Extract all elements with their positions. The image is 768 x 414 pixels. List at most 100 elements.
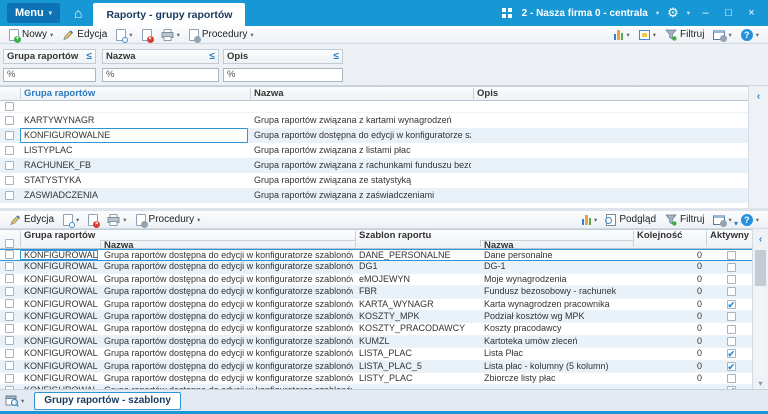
active-checkbox[interactable]: ✔ xyxy=(726,299,736,309)
row-checkbox[interactable] xyxy=(5,373,14,383)
edit-button[interactable]: Edycja xyxy=(58,28,111,42)
menu-button[interactable]: Menu ▾ xyxy=(7,3,60,23)
active-checkbox[interactable] xyxy=(726,274,736,284)
active-checkbox[interactable] xyxy=(726,262,736,272)
table-row[interactable]: KONFIGUROWALNE Grupa raportów dostępna do… xyxy=(0,335,752,349)
new-button[interactable]: + Nowy ▾ xyxy=(5,28,57,43)
row-checkbox[interactable] xyxy=(5,115,14,125)
collapse-panel-icon[interactable]: ‹ xyxy=(757,91,760,102)
row-checkbox[interactable] xyxy=(5,299,14,309)
filter-button[interactable]: Filtruj xyxy=(661,28,708,42)
open-preview-button[interactable]: ▾ xyxy=(112,28,136,43)
chevron-down-icon[interactable]: ▾ xyxy=(687,9,690,17)
column-header-group[interactable]: Grupa raportów xyxy=(24,88,95,99)
company-selector[interactable]: 2 - Nasza firma 0 - centrala xyxy=(522,8,648,19)
column-header-name[interactable]: Nazwa xyxy=(254,88,284,99)
filter-header-name[interactable]: Nazwa ≤ xyxy=(102,49,219,64)
column-header-template[interactable]: Szablon raportu xyxy=(359,230,431,241)
operator-icon[interactable]: ≤ xyxy=(87,51,93,62)
grid-settings-button[interactable]: ▾ xyxy=(709,214,735,227)
collapse-panel-icon[interactable]: ‹ xyxy=(759,234,762,245)
delete-button[interactable]: × xyxy=(138,28,156,43)
column-header-active[interactable]: Aktywny xyxy=(710,230,749,241)
active-checkbox[interactable]: ✔ xyxy=(726,361,736,371)
filter-button[interactable]: Filtruj xyxy=(661,213,708,227)
operator-icon[interactable]: ≤ xyxy=(334,51,340,62)
grid-new-row[interactable] xyxy=(0,101,748,113)
open-preview-button[interactable]: ▾ xyxy=(59,213,83,228)
row-checkbox[interactable] xyxy=(5,348,14,358)
table-row[interactable]: LISTYPLAC Grupa raportów związana z lista… xyxy=(0,143,748,158)
scrollbar-thumb[interactable] xyxy=(755,250,766,286)
edit-button[interactable]: Edycja xyxy=(5,213,58,227)
chevron-down-icon[interactable]: ▾ xyxy=(656,9,659,17)
filter-input-name[interactable]: % xyxy=(102,68,219,82)
active-checkbox[interactable] xyxy=(726,250,736,260)
print-button[interactable]: ▾ xyxy=(157,28,184,42)
table-row[interactable]: KONFIGUROWALNE Grupa raportów dostępna do… xyxy=(0,310,752,324)
chart-button[interactable]: ▾ xyxy=(578,214,602,226)
gear-icon[interactable]: ⚙ xyxy=(667,5,679,21)
row-checkbox[interactable] xyxy=(5,175,14,185)
row-checkbox[interactable] xyxy=(5,274,14,284)
help-button[interactable]: ? ▾ xyxy=(737,213,763,227)
row-checkbox[interactable] xyxy=(5,262,14,272)
row-checkbox[interactable] xyxy=(5,250,14,260)
select-all-checkbox[interactable] xyxy=(5,101,14,111)
table-row[interactable]: KONFIGUROWALNE Grupa raportów dostępna do… xyxy=(0,128,748,143)
minimize-button[interactable]: – xyxy=(698,7,713,19)
procedures-button[interactable]: Procedury ▾ xyxy=(185,28,258,43)
help-button[interactable]: ? ▾ xyxy=(737,28,763,42)
table-row[interactable]: RACHUNEK_FB Grupa raportów związana z rac… xyxy=(0,158,748,173)
table-row[interactable]: KARTYWYNAGR Grupa raportów związana z kar… xyxy=(0,113,748,128)
table-row[interactable]: KONFIGUROWALNE Grupa raportów dostępna do… xyxy=(0,372,752,386)
grid-settings-button[interactable]: ▾ xyxy=(709,29,735,42)
bottom-tab-templates[interactable]: Grupy raportów - szablony xyxy=(34,391,181,410)
row-checkbox[interactable] xyxy=(5,145,14,155)
row-checkbox[interactable] xyxy=(5,130,14,140)
row-checkbox[interactable] xyxy=(5,311,14,321)
table-row[interactable]: KONFIGUROWALNE Grupa raportów dostępna do… xyxy=(0,348,752,361)
row-checkbox[interactable] xyxy=(5,336,14,346)
expand-panel-icon[interactable]: ▾ xyxy=(734,219,738,228)
active-checkbox[interactable] xyxy=(726,287,736,297)
row-checkbox[interactable] xyxy=(5,190,14,200)
row-checkbox[interactable] xyxy=(5,160,14,170)
filter-header-group[interactable]: Grupa raportów ≤ xyxy=(3,49,96,64)
table-row[interactable]: KONFIGUROWALNE Grupa raportów dostępna do… xyxy=(0,273,752,287)
views-button[interactable]: ▾ xyxy=(635,29,660,41)
filter-input-group[interactable]: % xyxy=(3,68,96,82)
print-button[interactable]: ▾ xyxy=(103,213,130,227)
delete-button[interactable]: × xyxy=(84,213,102,228)
table-row[interactable]: KONFIGUROWALNE Grupa raportów dostępna do… xyxy=(0,261,752,274)
preview-button[interactable]: Podgląd xyxy=(602,213,660,227)
chart-button[interactable]: ▾ xyxy=(610,29,634,41)
table-row[interactable]: KONFIGUROWALNE Grupa raportów dostępna do… xyxy=(0,249,752,262)
table-row[interactable]: KONFIGUROWALNE Grupa raportów dostępna do… xyxy=(0,323,752,336)
apps-grid-icon[interactable] xyxy=(501,8,512,18)
filter-header-desc[interactable]: Opis ≤ xyxy=(223,49,343,64)
scroll-down-icon[interactable]: ▾ xyxy=(753,379,768,388)
layout-button[interactable]: ▾ xyxy=(5,394,24,407)
row-checkbox[interactable] xyxy=(5,324,14,334)
active-checkbox[interactable] xyxy=(726,324,736,334)
row-checkbox[interactable] xyxy=(5,361,14,371)
table-row[interactable]: KONFIGUROWALNE Grupa raportów dostępna do… xyxy=(0,286,752,299)
close-button[interactable]: × xyxy=(744,7,759,19)
operator-icon[interactable]: ≤ xyxy=(210,51,216,62)
home-icon[interactable]: ⌂ xyxy=(74,0,82,26)
row-checkbox[interactable] xyxy=(5,286,14,296)
active-checkbox[interactable]: ✔ xyxy=(726,349,736,359)
column-header-order[interactable]: Kolejność xyxy=(637,230,682,241)
active-checkbox[interactable] xyxy=(726,336,736,346)
tab-raporty-grupy-raportow[interactable]: Raporty - grupy raportów xyxy=(93,3,246,26)
table-row[interactable]: ZASWIADCZENIA Grupa raportów związana z z… xyxy=(0,188,748,203)
maximize-button[interactable]: □ xyxy=(721,7,736,19)
column-header-desc[interactable]: Opis xyxy=(477,88,498,99)
active-checkbox[interactable] xyxy=(726,374,736,384)
table-row[interactable]: STATYSTYKA Grupa raportów związana ze sta… xyxy=(0,173,748,188)
procedures-button[interactable]: Procedury ▾ xyxy=(132,213,205,228)
active-checkbox[interactable] xyxy=(726,312,736,322)
table-row[interactable]: KONFIGUROWALNE Grupa raportów dostępna do… xyxy=(0,298,752,311)
column-header-group[interactable]: Grupa raportów xyxy=(24,230,95,241)
